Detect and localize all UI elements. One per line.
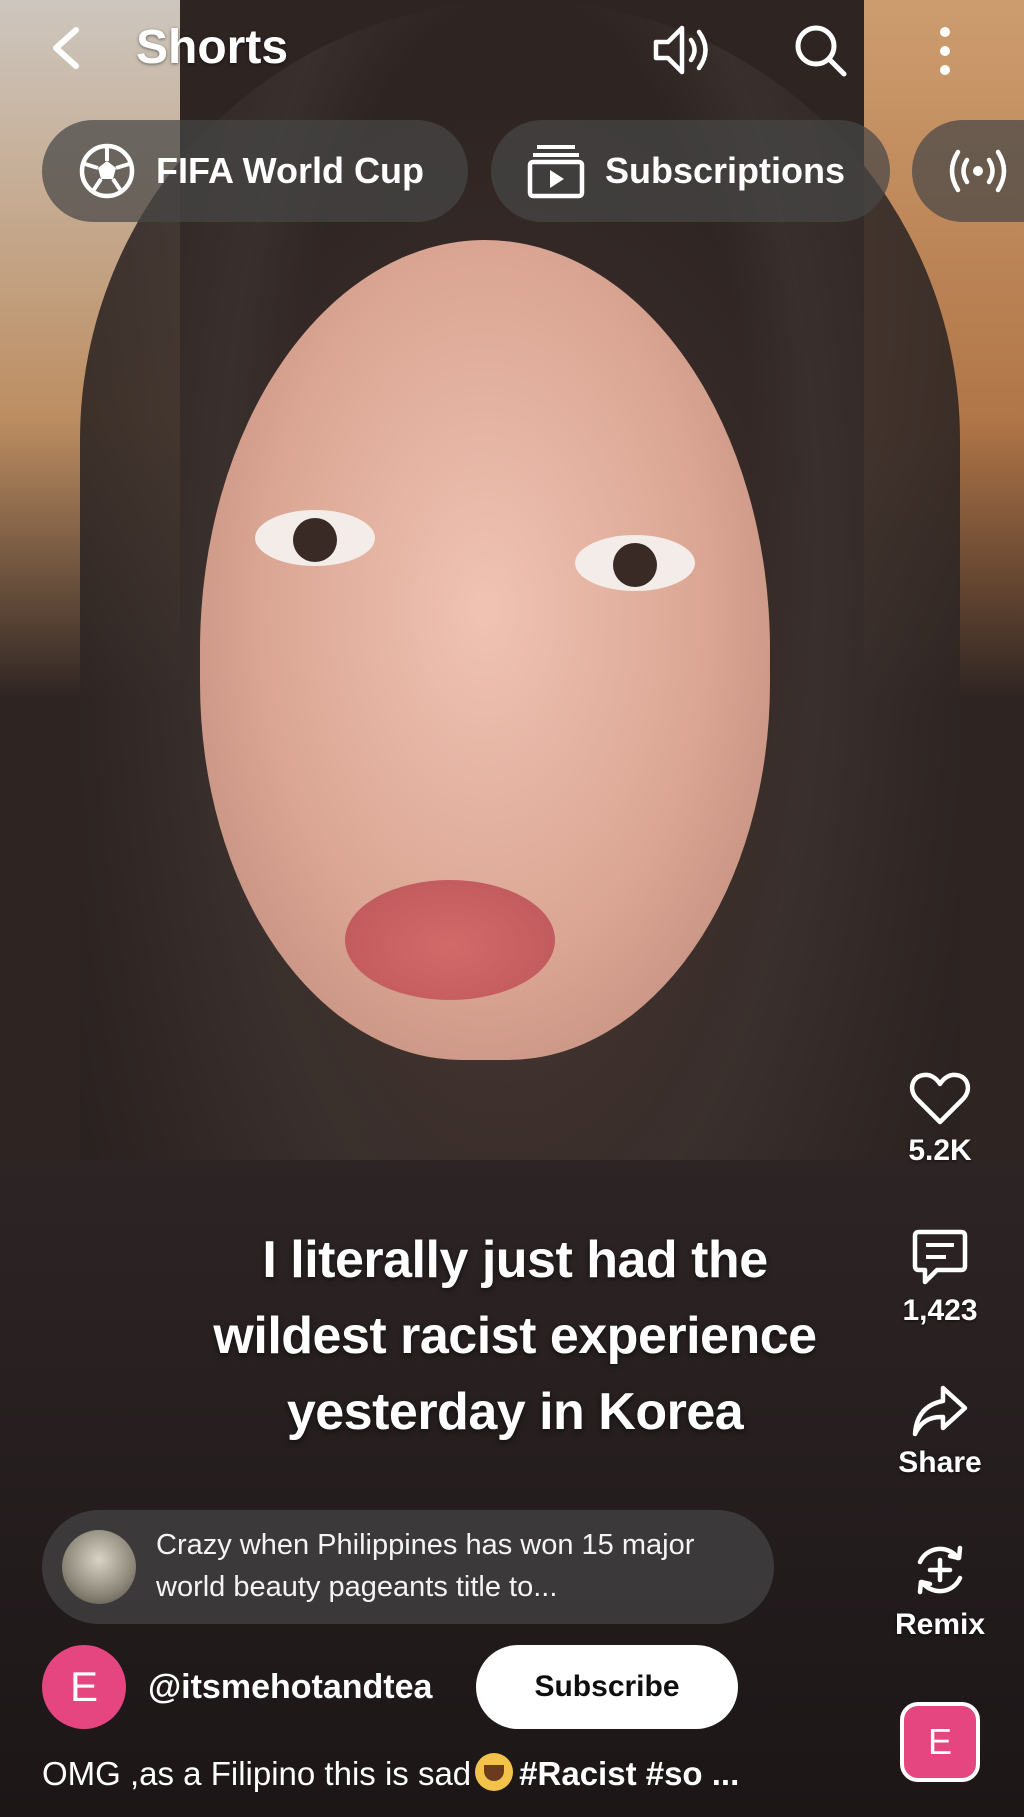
chip-label: FIFA World Cup (156, 150, 424, 191)
video-description[interactable]: OMG ,as a Filipino this is sad #Racist #s… (42, 1752, 862, 1796)
sound-badge[interactable]: E (900, 1702, 980, 1782)
chip-fifa-world-cup[interactable]: FIFA World Cup (42, 120, 468, 222)
description-text: OMG ,as a Filipino this is sad (42, 1755, 472, 1792)
live-broadcast-icon (949, 149, 1007, 193)
topic-chips: FIFA World Cup Subscriptions (0, 120, 1024, 224)
comment-icon (912, 1229, 968, 1285)
like-count: 5.2K (908, 1134, 972, 1167)
soccer-ball-icon (79, 143, 135, 199)
volume-icon[interactable] (652, 22, 714, 78)
heart-icon (909, 1072, 971, 1125)
page-title: Shorts (136, 21, 289, 74)
top-bar: Shorts (0, 0, 1024, 100)
remix-label: Remix (894, 1608, 986, 1641)
remix-button[interactable]: Remix (870, 1540, 1010, 1642)
commenter-avatar (62, 1530, 136, 1604)
caption-line: yesterday in Korea (286, 1383, 744, 1441)
more-options-icon[interactable] (930, 24, 960, 78)
share-label: Share (898, 1446, 982, 1479)
caption-line: wildest racist experience (213, 1307, 817, 1365)
person-lips (345, 880, 555, 1000)
description-hashtags[interactable]: #Racist #so ... (519, 1755, 739, 1792)
subscribe-button[interactable]: Subscribe (476, 1645, 738, 1729)
back-arrow-icon[interactable] (48, 26, 88, 70)
top-comment-text: Crazy when Philippines has won 15 major … (156, 1529, 695, 1603)
channel-row: E @itsmehotandtea Subscribe (42, 1645, 742, 1729)
share-button[interactable]: Share (870, 1384, 1010, 1480)
channel-handle[interactable]: @itsmehotandtea (148, 1665, 432, 1709)
chip-label: Subscriptions (605, 150, 846, 191)
comment-count: 1,423 (902, 1294, 978, 1327)
subscriptions-icon (527, 145, 585, 199)
search-icon[interactable] (792, 22, 848, 78)
person-eye (575, 535, 695, 591)
channel-avatar[interactable]: E (42, 1645, 126, 1729)
chip-subscriptions[interactable]: Subscriptions (491, 120, 890, 222)
crying-face-icon (475, 1753, 514, 1791)
video-caption: I literally just had the wildest racist … (130, 1222, 900, 1450)
top-comment-preview[interactable]: Crazy when Philippines has won 15 major … (42, 1510, 774, 1624)
person-eye (255, 510, 375, 566)
like-button[interactable]: 5.2K (870, 1070, 1010, 1168)
remix-icon (917, 1545, 963, 1595)
share-arrow-icon (912, 1385, 968, 1437)
caption-line: I literally just had the (262, 1231, 768, 1289)
comments-button[interactable]: 1,423 (870, 1228, 1010, 1328)
chip-live[interactable] (912, 120, 1024, 222)
